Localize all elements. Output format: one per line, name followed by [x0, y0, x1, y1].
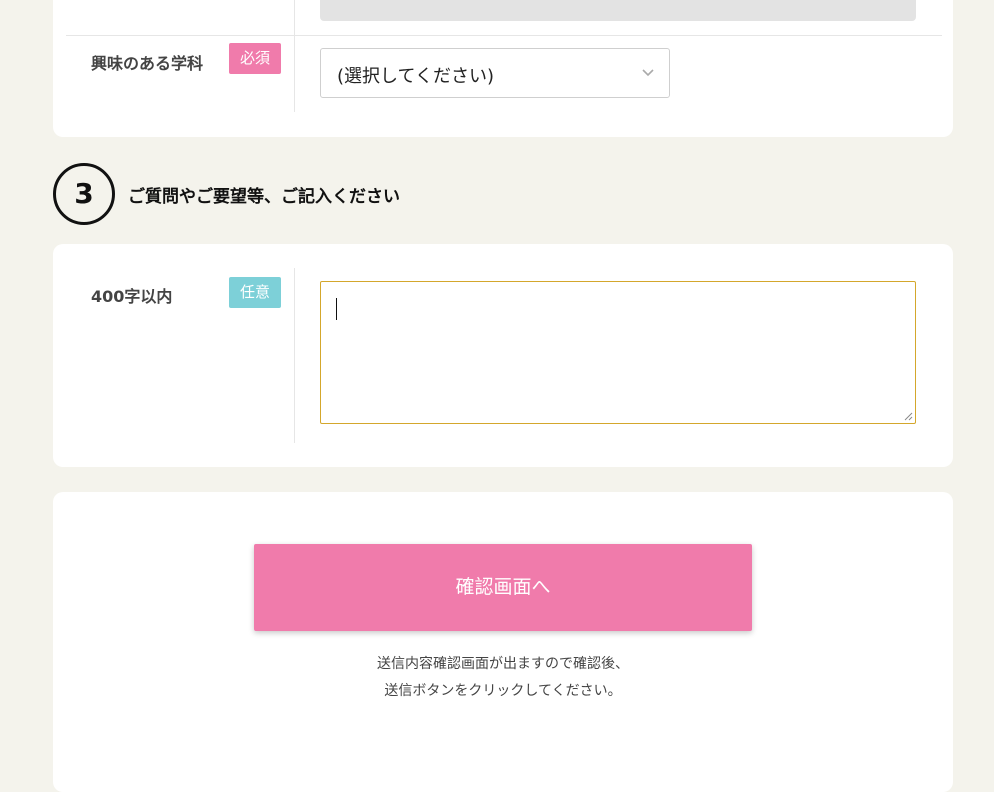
resize-grip-icon[interactable] — [903, 411, 913, 421]
form-card-submit: 確認画面へ 送信内容確認画面が出ますので確認後、 送信ボタンをクリックしてくださ… — [53, 492, 953, 792]
form-card-interest: 興味のある学科 必須 (選択してください) — [53, 0, 953, 137]
section-title: ご質問やご要望等、ご記入ください — [128, 187, 400, 207]
submit-note-line2: 送信ボタンをクリックしてください。 — [384, 683, 622, 699]
comment-textarea[interactable] — [320, 281, 916, 424]
comment-field-label: 400字以内 — [91, 287, 173, 306]
previous-field-input[interactable] — [320, 0, 916, 21]
required-badge: 必須 — [229, 43, 281, 74]
interest-field-label: 興味のある学科 — [91, 54, 204, 73]
confirm-button[interactable]: 確認画面へ — [254, 544, 752, 631]
column-divider — [294, 0, 295, 112]
step-number-badge: 3 — [53, 163, 115, 225]
row-divider — [66, 35, 942, 36]
interest-select[interactable]: (選択してください) — [320, 48, 670, 98]
column-divider — [294, 268, 295, 443]
optional-badge: 任意 — [229, 277, 281, 308]
chevron-down-icon — [642, 69, 654, 77]
text-caret — [336, 298, 337, 320]
form-card-comment: 400字以内 任意 — [53, 244, 953, 467]
submit-note-line1: 送信内容確認画面が出ますので確認後、 — [377, 656, 629, 672]
interest-select-value: (選択してください) — [337, 66, 494, 87]
